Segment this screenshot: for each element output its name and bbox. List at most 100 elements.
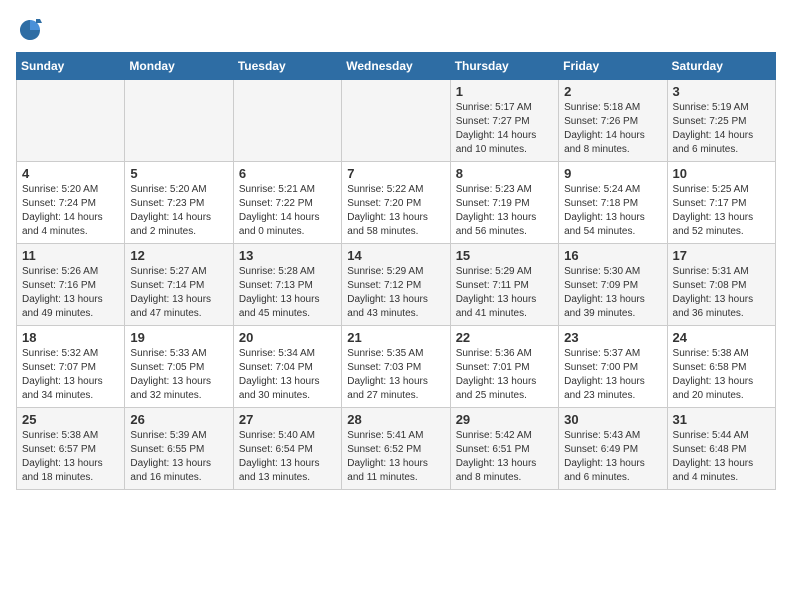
cell-info: Sunrise: 5:27 AM Sunset: 7:14 PM Dayligh… — [130, 265, 227, 321]
calendar-cell: 3Sunrise: 5:19 AM Sunset: 7:25 PM Daylig… — [667, 80, 775, 162]
calendar-cell: 17 Sunrise: 5:31 AM Sunset: 7:08 PM Dayli… — [667, 244, 775, 326]
week-row-4: 18 Sunrise: 5:32 AM Sunset: 7:07 PM Dayli… — [17, 326, 776, 408]
calendar-cell: 2 Sunrise: 5:18 AM Sunset: 7:26 PM Daylig… — [559, 80, 667, 162]
cell-date: 17 — [673, 248, 770, 263]
cell-info: Sunrise: 5:24 AM Sunset: 7:18 PM Dayligh… — [564, 183, 661, 239]
calendar-cell: 31 Sunrise: 5:44 AM Sunset: 6:48 PM Dayli… — [667, 408, 775, 490]
cell-date: 20 — [239, 330, 336, 345]
calendar-cell: 18 Sunrise: 5:32 AM Sunset: 7:07 PM Dayli… — [17, 326, 125, 408]
calendar-cell: 27Sunrise: 5:40 AM Sunset: 6:54 PM Dayli… — [233, 408, 341, 490]
cell-info: Sunrise: 5:32 AM Sunset: 7:07 PM Dayligh… — [22, 347, 119, 403]
calendar-cell: 26 Sunrise: 5:39 AM Sunset: 6:55 PM Dayli… — [125, 408, 233, 490]
cell-date: 28 — [347, 412, 444, 427]
calendar-cell: 28 Sunrise: 5:41 AM Sunset: 6:52 PM Dayli… — [342, 408, 450, 490]
calendar-cell — [125, 80, 233, 162]
week-row-3: 11 Sunrise: 5:26 AM Sunset: 7:16 PM Dayli… — [17, 244, 776, 326]
cell-date: 16 — [564, 248, 661, 263]
calendar-cell: 14 Sunrise: 5:29 AM Sunset: 7:12 PM Dayli… — [342, 244, 450, 326]
calendar-header: SundayMondayTuesdayWednesdayThursdayFrid… — [17, 53, 776, 80]
cell-info: Sunrise: 5:20 AM Sunset: 7:24 PM Dayligh… — [22, 183, 119, 239]
cell-info: Sunrise: 5:37 AM Sunset: 7:00 PM Dayligh… — [564, 347, 661, 403]
cell-info: Sunrise: 5:25 AM Sunset: 7:17 PM Dayligh… — [673, 183, 770, 239]
week-row-2: 4 Sunrise: 5:20 AM Sunset: 7:24 PM Daylig… — [17, 162, 776, 244]
day-header-tuesday: Tuesday — [233, 53, 341, 80]
logo — [16, 16, 44, 44]
day-header-wednesday: Wednesday — [342, 53, 450, 80]
cell-date: 9 — [564, 166, 661, 181]
calendar-cell: 11 Sunrise: 5:26 AM Sunset: 7:16 PM Dayli… — [17, 244, 125, 326]
calendar-cell: 23 Sunrise: 5:37 AM Sunset: 7:00 PM Dayli… — [559, 326, 667, 408]
cell-date: 11 — [22, 248, 119, 263]
page-header — [16, 16, 776, 44]
calendar-cell: 12 Sunrise: 5:27 AM Sunset: 7:14 PM Dayli… — [125, 244, 233, 326]
cell-date: 8 — [456, 166, 553, 181]
cell-date: 4 — [22, 166, 119, 181]
cell-info: Sunrise: 5:23 AM Sunset: 7:19 PM Dayligh… — [456, 183, 553, 239]
day-header-thursday: Thursday — [450, 53, 558, 80]
cell-info: Sunrise: 5:29 AM Sunset: 7:11 PM Dayligh… — [456, 265, 553, 321]
calendar-cell: 20 Sunrise: 5:34 AM Sunset: 7:04 PM Dayli… — [233, 326, 341, 408]
cell-info: Sunrise: 5:28 AM Sunset: 7:13 PM Dayligh… — [239, 265, 336, 321]
cell-date: 21 — [347, 330, 444, 345]
calendar-cell: 19Sunrise: 5:33 AM Sunset: 7:05 PM Dayli… — [125, 326, 233, 408]
calendar-cell: 10 Sunrise: 5:25 AM Sunset: 7:17 PM Dayli… — [667, 162, 775, 244]
calendar-cell: 13Sunrise: 5:28 AM Sunset: 7:13 PM Dayli… — [233, 244, 341, 326]
cell-date: 23 — [564, 330, 661, 345]
cell-date: 18 — [22, 330, 119, 345]
cell-date: 26 — [130, 412, 227, 427]
cell-date: 30 — [564, 412, 661, 427]
header-row: SundayMondayTuesdayWednesdayThursdayFrid… — [17, 53, 776, 80]
calendar-cell: 4 Sunrise: 5:20 AM Sunset: 7:24 PM Daylig… — [17, 162, 125, 244]
cell-date: 27 — [239, 412, 336, 427]
cell-date: 29 — [456, 412, 553, 427]
cell-info: Sunrise: 5:21 AM Sunset: 7:22 PM Dayligh… — [239, 183, 336, 239]
calendar-cell: 16 Sunrise: 5:30 AM Sunset: 7:09 PM Dayli… — [559, 244, 667, 326]
cell-date: 10 — [673, 166, 770, 181]
cell-date: 7 — [347, 166, 444, 181]
calendar-cell — [342, 80, 450, 162]
cell-info: Sunrise: 5:39 AM Sunset: 6:55 PM Dayligh… — [130, 429, 227, 485]
cell-info: Sunrise: 5:30 AM Sunset: 7:09 PM Dayligh… — [564, 265, 661, 321]
cell-info: Sunrise: 5:38 AM Sunset: 6:57 PM Dayligh… — [22, 429, 119, 485]
cell-date: 22 — [456, 330, 553, 345]
cell-info: Sunrise: 5:18 AM Sunset: 7:26 PM Dayligh… — [564, 101, 661, 157]
cell-date: 5 — [130, 166, 227, 181]
cell-date: 15 — [456, 248, 553, 263]
calendar-cell — [233, 80, 341, 162]
calendar-cell: 25 Sunrise: 5:38 AM Sunset: 6:57 PM Dayli… — [17, 408, 125, 490]
cell-info: Sunrise: 5:33 AM Sunset: 7:05 PM Dayligh… — [130, 347, 227, 403]
cell-info: Sunrise: 5:34 AM Sunset: 7:04 PM Dayligh… — [239, 347, 336, 403]
cell-date: 25 — [22, 412, 119, 427]
calendar-cell: 30Sunrise: 5:43 AM Sunset: 6:49 PM Dayli… — [559, 408, 667, 490]
cell-date: 2 — [564, 84, 661, 99]
cell-info: Sunrise: 5:38 AM Sunset: 6:58 PM Dayligh… — [673, 347, 770, 403]
cell-info: Sunrise: 5:36 AM Sunset: 7:01 PM Dayligh… — [456, 347, 553, 403]
day-header-friday: Friday — [559, 53, 667, 80]
week-row-1: 1Sunrise: 5:17 AM Sunset: 7:27 PM Daylig… — [17, 80, 776, 162]
cell-date: 24 — [673, 330, 770, 345]
cell-info: Sunrise: 5:44 AM Sunset: 6:48 PM Dayligh… — [673, 429, 770, 485]
cell-date: 14 — [347, 248, 444, 263]
day-header-monday: Monday — [125, 53, 233, 80]
cell-date: 12 — [130, 248, 227, 263]
day-header-sunday: Sunday — [17, 53, 125, 80]
cell-info: Sunrise: 5:17 AM Sunset: 7:27 PM Dayligh… — [456, 101, 553, 157]
cell-info: Sunrise: 5:35 AM Sunset: 7:03 PM Dayligh… — [347, 347, 444, 403]
logo-icon — [16, 16, 44, 44]
calendar-cell: 9 Sunrise: 5:24 AM Sunset: 7:18 PM Daylig… — [559, 162, 667, 244]
calendar-cell: 21 Sunrise: 5:35 AM Sunset: 7:03 PM Dayli… — [342, 326, 450, 408]
cell-info: Sunrise: 5:41 AM Sunset: 6:52 PM Dayligh… — [347, 429, 444, 485]
cell-info: Sunrise: 5:22 AM Sunset: 7:20 PM Dayligh… — [347, 183, 444, 239]
calendar-cell: 7 Sunrise: 5:22 AM Sunset: 7:20 PM Daylig… — [342, 162, 450, 244]
calendar-cell: 29 Sunrise: 5:42 AM Sunset: 6:51 PM Dayli… — [450, 408, 558, 490]
calendar-body: 1Sunrise: 5:17 AM Sunset: 7:27 PM Daylig… — [17, 80, 776, 490]
cell-info: Sunrise: 5:31 AM Sunset: 7:08 PM Dayligh… — [673, 265, 770, 321]
cell-info: Sunrise: 5:42 AM Sunset: 6:51 PM Dayligh… — [456, 429, 553, 485]
calendar-cell: 1Sunrise: 5:17 AM Sunset: 7:27 PM Daylig… — [450, 80, 558, 162]
cell-info: Sunrise: 5:29 AM Sunset: 7:12 PM Dayligh… — [347, 265, 444, 321]
cell-info: Sunrise: 5:19 AM Sunset: 7:25 PM Dayligh… — [673, 101, 770, 157]
calendar-cell — [17, 80, 125, 162]
cell-date: 31 — [673, 412, 770, 427]
cell-info: Sunrise: 5:26 AM Sunset: 7:16 PM Dayligh… — [22, 265, 119, 321]
calendar-cell: 24 Sunrise: 5:38 AM Sunset: 6:58 PM Dayli… — [667, 326, 775, 408]
